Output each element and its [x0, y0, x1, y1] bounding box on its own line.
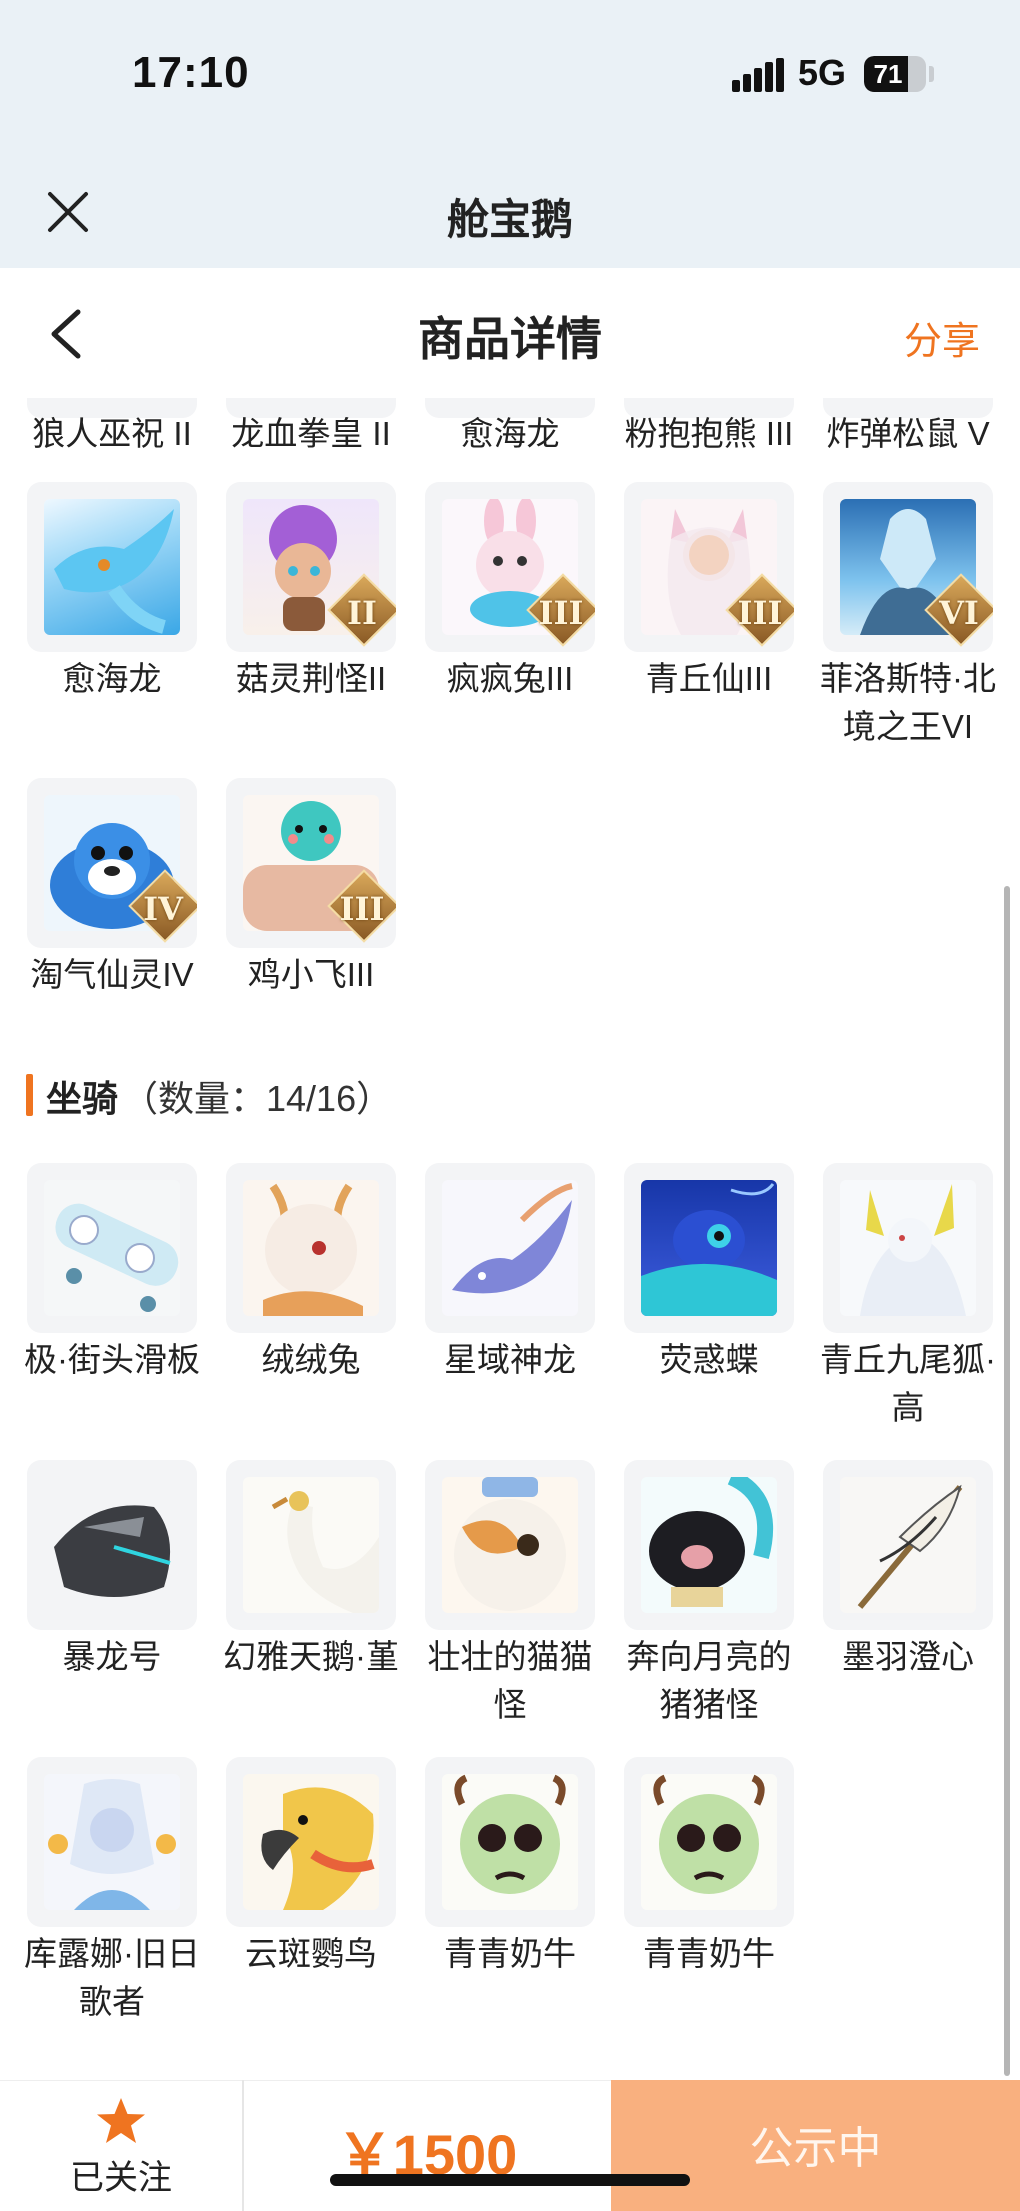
rank-badge-label: III: [737, 594, 783, 632]
mount-image: [641, 1774, 777, 1910]
mount-name: 极·街头滑板: [24, 1341, 200, 1378]
home-indicator: [330, 2174, 690, 2186]
status-time: 17:10: [132, 48, 250, 97]
pet-name: 龙血拳皇 II: [231, 415, 391, 452]
mount-image: [44, 1774, 180, 1910]
pet-tile[interactable]: VI: [823, 482, 993, 652]
pet-name: 狼人巫祝 II: [32, 415, 192, 452]
pet-image: [44, 499, 180, 635]
mount-image: [840, 1180, 976, 1316]
mount-tile[interactable]: [27, 1163, 197, 1333]
mount-name: 幻雅天鹅·堇: [223, 1638, 399, 1675]
mount-tile[interactable]: [27, 1757, 197, 1927]
mount-name: 墨羽澄心: [842, 1638, 974, 1675]
signal-icon: [732, 58, 784, 92]
pet-name: 淘气仙灵IV: [30, 956, 194, 993]
rank-badge-label: II: [347, 594, 377, 632]
section-marker: [26, 1074, 33, 1116]
mount-image: [641, 1477, 777, 1613]
pet-tile[interactable]: III: [425, 482, 595, 652]
mount-name: 青丘九尾狐·高: [820, 1341, 996, 1426]
pet-name: 愈海龙: [460, 415, 560, 452]
mount-tile[interactable]: [624, 1163, 794, 1333]
pet-tile[interactable]: IV: [27, 778, 197, 948]
mount-tile[interactable]: [226, 1460, 396, 1630]
rank-badge-label: III: [339, 890, 385, 928]
mount-image: [243, 1477, 379, 1613]
mount-name: 云斑鹦鸟: [245, 1935, 377, 1972]
pet-name: 炸弹松鼠 V: [826, 415, 990, 452]
pet-name: 菲洛斯特·北境之王VI: [820, 660, 996, 745]
pet-name: 菇灵荆怪II: [235, 660, 387, 697]
mount-tile[interactable]: [425, 1757, 595, 1927]
mount-image: [442, 1477, 578, 1613]
mount-name: 青青奶牛: [444, 1935, 576, 1972]
pet-tile[interactable]: III: [226, 778, 396, 948]
mount-tile[interactable]: [624, 1460, 794, 1630]
share-button[interactable]: 分享: [904, 310, 980, 365]
mount-tile[interactable]: [226, 1757, 396, 1927]
scrollbar[interactable]: [1004, 886, 1010, 2076]
mount-image: [243, 1180, 379, 1316]
pet-name: 青丘仙III: [645, 660, 773, 697]
product-detail-content[interactable]: 狼人巫祝 II 龙血拳皇 II 愈海龙 粉抱抱熊 III 炸弹松鼠 V II I…: [0, 398, 1020, 2080]
pet-tile[interactable]: [27, 482, 197, 652]
section-count: （数量：14/16）: [122, 1078, 393, 1119]
mount-tile[interactable]: [624, 1757, 794, 1927]
pet-name: 鸡小飞III: [247, 956, 375, 993]
rank-badge-label: IV: [143, 890, 183, 928]
mount-image: [44, 1477, 180, 1613]
mount-name: 暴龙号: [62, 1638, 162, 1675]
mount-tile[interactable]: [823, 1163, 993, 1333]
pet-name: 愈海龙: [62, 660, 162, 697]
page-title: 商品详情: [418, 313, 602, 365]
pet-tile[interactable]: II: [226, 482, 396, 652]
pet-tile[interactable]: III: [624, 482, 794, 652]
mount-name: 青青奶牛: [643, 1935, 775, 1972]
mount-name: 库露娜·旧日歌者: [24, 1935, 200, 2020]
battery-level: 71: [873, 59, 903, 89]
battery-tip: [929, 66, 934, 82]
mount-image: [243, 1774, 379, 1910]
rank-badge-label: III: [538, 594, 584, 632]
follow-label: 已关注: [70, 2159, 172, 2197]
mount-image: [44, 1180, 180, 1316]
star-icon: [97, 2098, 145, 2143]
mount-tile[interactable]: [823, 1460, 993, 1630]
network-label: 5G: [798, 52, 847, 93]
mount-tile[interactable]: [27, 1460, 197, 1630]
pet-name: 粉抱抱熊 III: [624, 415, 794, 452]
mount-tile[interactable]: [226, 1163, 396, 1333]
status-label: 公示中: [749, 2124, 882, 2173]
pet-name: 疯疯兔III: [446, 660, 574, 697]
mount-name: 荧惑蝶: [659, 1341, 759, 1378]
mount-name: 奔向月亮的猪猪怪: [626, 1638, 792, 1723]
mount-name: 星域神龙: [444, 1341, 576, 1378]
rank-badge-label: VI: [939, 594, 979, 632]
mount-image: [641, 1180, 777, 1316]
mount-name: 壮壮的猫猫怪: [427, 1638, 593, 1723]
mini-program-title: 舱宝鹅: [446, 196, 573, 243]
battery-icon: 71: [864, 56, 926, 92]
mount-image: [840, 1477, 976, 1613]
mount-name: 绒绒兔: [261, 1341, 361, 1378]
mount-image: [442, 1774, 578, 1910]
mount-tile[interactable]: [425, 1460, 595, 1630]
mount-image: [442, 1180, 578, 1316]
section-title: 坐骑: [46, 1078, 119, 1119]
mount-tile[interactable]: [425, 1163, 595, 1333]
